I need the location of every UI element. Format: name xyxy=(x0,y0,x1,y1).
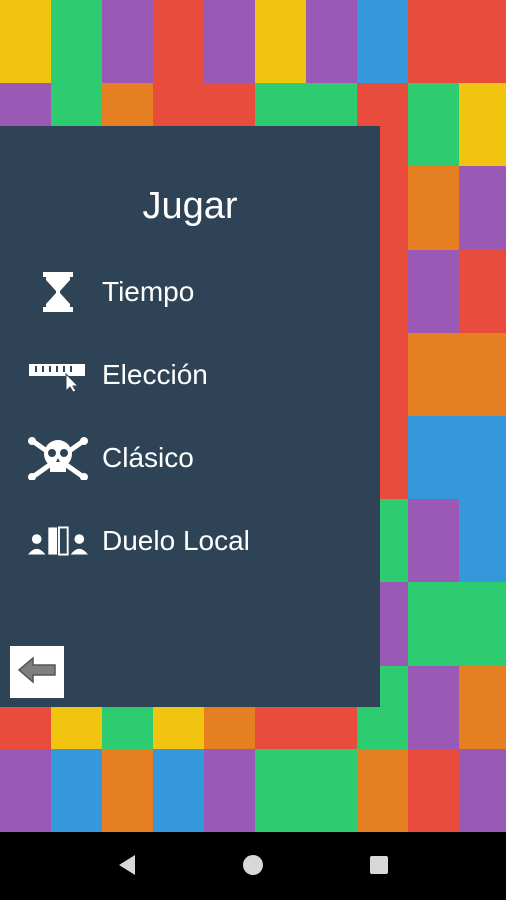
hourglass-icon xyxy=(28,267,88,317)
nav-recents-button[interactable] xyxy=(364,852,394,882)
duel-players-icon xyxy=(28,516,88,566)
board-tile xyxy=(408,748,460,832)
system-navigation-bar xyxy=(0,832,506,900)
board-tile xyxy=(459,332,506,417)
board-tile xyxy=(459,499,506,584)
board-tile xyxy=(408,665,460,750)
board-tile xyxy=(306,748,358,832)
board-tile xyxy=(459,582,506,667)
menu-label-clasico: Clásico xyxy=(102,442,194,473)
board-tile xyxy=(306,0,358,85)
board-tile xyxy=(408,499,460,584)
menu-item-eleccion[interactable]: Elección xyxy=(0,343,380,407)
nav-home-button[interactable] xyxy=(238,852,268,882)
board-tile xyxy=(357,0,409,85)
board-tile xyxy=(102,0,154,85)
back-triangle-icon xyxy=(115,853,139,882)
ruler-cursor-icon xyxy=(28,350,88,400)
menu-item-clasico[interactable]: Clásico xyxy=(0,426,380,490)
menu-item-duelo-local[interactable]: Duelo Local xyxy=(0,509,380,573)
board-tile xyxy=(459,665,506,750)
menu-item-tiempo[interactable]: Tiempo xyxy=(0,260,380,324)
menu-label-tiempo: Tiempo xyxy=(102,276,195,307)
board-tile xyxy=(204,748,256,832)
recents-square-icon xyxy=(367,853,391,882)
home-circle-icon xyxy=(241,853,265,882)
menu-title: Jugar xyxy=(142,185,238,227)
board-tile xyxy=(0,748,52,832)
board-tile xyxy=(153,0,205,85)
board-tile xyxy=(408,416,460,501)
board-tile xyxy=(408,166,460,251)
menu-label-duelo-local: Duelo Local xyxy=(102,525,250,556)
board-tile xyxy=(459,166,506,251)
back-arrow-icon xyxy=(17,655,57,689)
board-tile xyxy=(459,249,506,334)
board-tile xyxy=(255,748,307,832)
nav-back-button[interactable] xyxy=(112,852,142,882)
board-tile xyxy=(204,0,256,85)
board-tile xyxy=(102,748,154,832)
board-tile xyxy=(255,0,307,85)
play-menu-panel: Jugar Tiempo Elección Clásico Duelo Loca… xyxy=(0,126,380,707)
board-tile xyxy=(459,416,506,501)
skull-crossbones-icon xyxy=(28,433,88,483)
back-button[interactable] xyxy=(10,646,64,698)
menu-label-eleccion: Elección xyxy=(102,359,208,390)
board-tile xyxy=(51,748,103,832)
board-tile xyxy=(408,332,460,417)
board-tile xyxy=(459,0,506,85)
board-tile xyxy=(408,83,460,168)
board-tile xyxy=(0,0,52,85)
board-tile xyxy=(51,0,103,85)
board-tile xyxy=(153,748,205,832)
board-tile xyxy=(408,249,460,334)
board-tile xyxy=(357,748,409,832)
board-tile xyxy=(408,0,460,85)
board-tile xyxy=(408,582,460,667)
board-tile xyxy=(459,748,506,832)
board-tile xyxy=(459,83,506,168)
